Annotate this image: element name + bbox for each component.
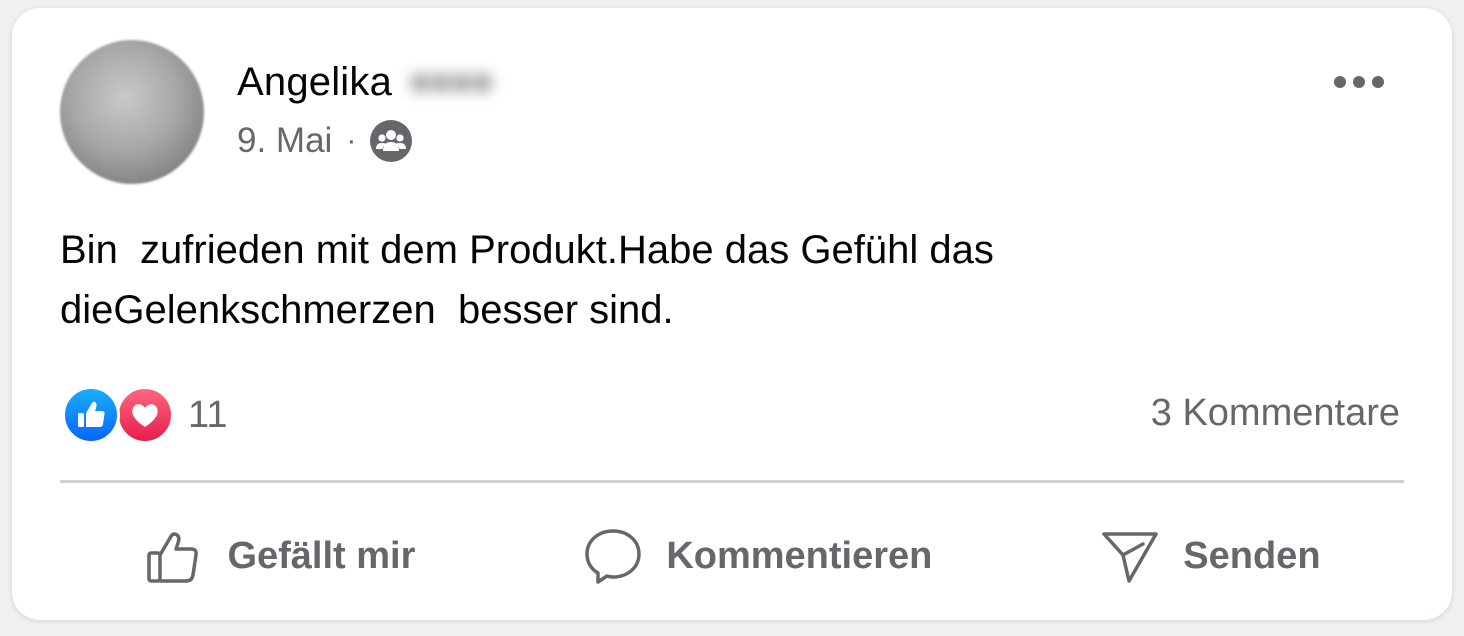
like-button-label: Gefällt mir [227, 534, 416, 577]
author-first-name[interactable]: Angelika [237, 60, 392, 105]
post-text-line-2: dieGelenkschmerzen besser sind. [60, 288, 674, 332]
comments-count[interactable]: 3 Kommentare [1151, 392, 1400, 435]
action-bar: Gefällt mir Kommentieren Senden [60, 508, 1404, 604]
avatar[interactable] [60, 40, 204, 184]
post-card: Angelika ■■■■ 9. Mai · Bin zufrieden mit… [12, 8, 1452, 620]
reaction-count[interactable]: 11 [188, 394, 227, 437]
comment-bubble-icon [582, 525, 644, 587]
more-options-icon[interactable] [1334, 76, 1384, 88]
post-text-line-1: Bin zufrieden mit dem Produkt.Habe das G… [60, 228, 994, 272]
comment-button-label: Kommentieren [666, 534, 933, 577]
post-meta: 9. Mai · [237, 120, 413, 162]
comment-button[interactable]: Kommentieren [582, 525, 932, 587]
share-button-label: Senden [1183, 534, 1321, 577]
author-name[interactable]: Angelika ■■■■ [237, 60, 552, 105]
post-date[interactable]: 9. Mai [237, 121, 332, 161]
love-reaction-icon [116, 386, 174, 444]
group-audience-icon[interactable] [370, 120, 413, 162]
send-icon [1099, 525, 1161, 587]
thumbs-up-icon [143, 525, 205, 587]
post-text: Bin zufrieden mit dem Produkt.Habe das G… [60, 220, 1380, 340]
like-reaction-icon [62, 386, 120, 444]
like-button[interactable]: Gefällt mir [143, 525, 415, 587]
divider [60, 480, 1404, 483]
meta-separator: · [346, 124, 357, 157]
reaction-summary[interactable]: 11 [62, 386, 227, 444]
author-surname-blurred: ■■■■ [410, 62, 493, 101]
share-button[interactable]: Senden [1099, 525, 1321, 587]
